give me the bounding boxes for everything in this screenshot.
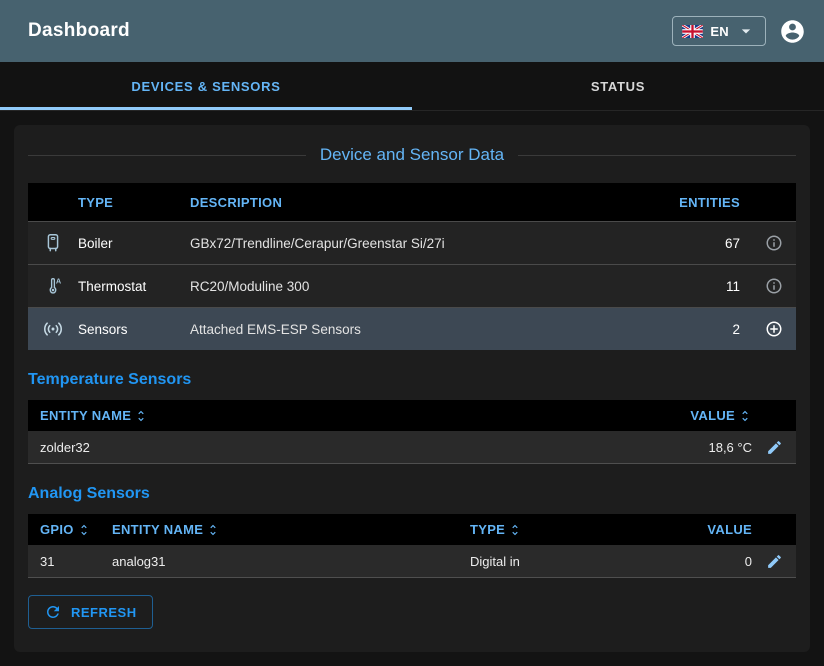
account-button[interactable] [779,18,806,45]
table-row-zolder32[interactable]: zolder32 18,6 °C [28,431,796,464]
tab-devices-sensors[interactable]: DEVICES & SENSORS [0,62,412,110]
edit-icon[interactable] [752,439,796,456]
add-circle-icon[interactable] [752,320,796,338]
sort-arrows-icon [134,409,148,423]
column-header-type: TYPE [78,195,190,210]
language-code: EN [710,24,729,39]
card-title-row: Device and Sensor Data [28,145,796,165]
divider [28,155,306,156]
sensor-type: Digital in [470,554,640,569]
sensor-entity-name: analog31 [112,554,470,569]
tab-bar: DEVICES & SENSORS STATUS [0,62,824,111]
sensor-gpio: 31 [28,554,112,569]
devices-table-header: TYPE DESCRIPTION ENTITIES [28,183,796,221]
refresh-icon [44,603,62,621]
sort-arrows-icon [77,523,91,537]
temperature-table-header: ENTITY NAME VALUE [28,400,796,431]
column-header-value: VALUE [640,522,752,537]
device-type: Sensors [78,322,190,337]
sensor-entity-name: zolder32 [28,440,612,455]
devices-table: TYPE DESCRIPTION ENTITIES Boiler GBx72/T… [28,183,796,350]
page-title: Dashboard [28,20,672,42]
sort-value[interactable]: VALUE [612,408,752,423]
boiler-icon [28,232,78,254]
temperature-sensors-heading: Temperature Sensors [28,371,796,389]
sensor-value: 18,6 °C [612,440,752,455]
analog-table-header: GPIO ENTITY NAME TYPE VALUE [28,514,796,545]
info-icon[interactable] [752,234,796,252]
uk-flag-icon [682,25,703,38]
tab-status[interactable]: STATUS [412,62,824,110]
language-selector[interactable]: EN [672,16,766,46]
device-description: GBx72/Trendline/Cerapur/Greenstar Si/27i [190,236,660,251]
device-description: RC20/Moduline 300 [190,279,660,294]
sensor-value: 0 [640,554,752,569]
device-description: Attached EMS-ESP Sensors [190,322,660,337]
svg-text:A: A [56,277,62,286]
card-title: Device and Sensor Data [320,145,504,165]
sort-entity-name[interactable]: ENTITY NAME [112,522,470,537]
sort-entity-name[interactable]: ENTITY NAME [28,408,612,423]
device-entities-count: 67 [660,236,752,251]
thermostat-icon: A [28,275,78,297]
account-circle-icon [779,18,806,45]
analog-sensors-table: GPIO ENTITY NAME TYPE VALUE 31 [28,514,796,578]
device-type: Thermostat [78,279,190,294]
chevron-down-icon [736,21,756,41]
info-icon[interactable] [752,277,796,295]
device-entities-count: 2 [660,322,752,337]
refresh-button[interactable]: REFRESH [28,595,153,629]
device-type: Boiler [78,236,190,251]
column-header-description: DESCRIPTION [190,195,660,210]
table-row-sensors[interactable]: Sensors Attached EMS-ESP Sensors 2 [28,307,796,350]
active-tab-indicator [0,107,412,110]
analog-sensors-heading: Analog Sensors [28,485,796,503]
sort-arrows-icon [508,523,522,537]
table-row-boiler[interactable]: Boiler GBx72/Trendline/Cerapur/Greenstar… [28,221,796,264]
sort-gpio[interactable]: GPIO [28,522,112,537]
column-header-entities: ENTITIES [660,195,752,210]
divider [518,155,796,156]
app-bar: Dashboard EN [0,0,824,62]
sensors-icon [28,318,78,340]
edit-icon[interactable] [752,553,796,570]
device-entities-count: 11 [660,279,752,294]
sort-arrows-icon [206,523,220,537]
temperature-sensors-table: ENTITY NAME VALUE zolder32 18,6 °C [28,400,796,464]
table-row-thermostat[interactable]: A Thermostat RC20/Moduline 300 11 [28,264,796,307]
table-row-analog31[interactable]: 31 analog31 Digital in 0 [28,545,796,578]
device-sensor-card: Device and Sensor Data TYPE DESCRIPTION … [14,125,810,652]
sort-arrows-icon [738,409,752,423]
sort-type[interactable]: TYPE [470,522,640,537]
